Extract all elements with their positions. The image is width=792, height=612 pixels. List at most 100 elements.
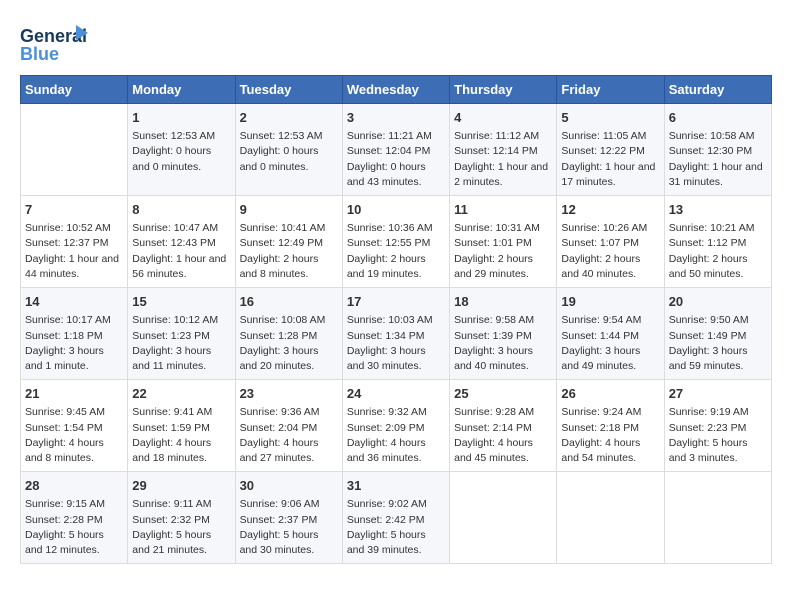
day-number: 2 — [240, 109, 338, 127]
calendar-cell: 31 Sunrise: 9:02 AM Sunset: 2:42 PM Dayli… — [342, 472, 449, 564]
calendar-cell: 6 Sunrise: 10:58 AM Sunset: 12:30 PM Dayl… — [664, 104, 771, 196]
calendar-cell: 15 Sunrise: 10:12 AM Sunset: 1:23 PM Dayl… — [128, 288, 235, 380]
logo: GeneralBlue — [20, 20, 90, 65]
calendar-cell: 18 Sunrise: 9:58 AM Sunset: 1:39 PM Dayli… — [450, 288, 557, 380]
day-number: 14 — [25, 293, 123, 311]
day-number: 20 — [669, 293, 767, 311]
day-info: Sunrise: 9:19 AM Sunset: 2:23 PM Dayligh… — [669, 405, 767, 466]
weekday-header-monday: Monday — [128, 76, 235, 104]
day-number: 30 — [240, 477, 338, 495]
week-row-1: 1 Sunset: 12:53 AM Daylight: 0 hours and … — [21, 104, 772, 196]
calendar-cell: 20Sunrise: 9:50 AM Sunset: 1:49 PM Dayli… — [664, 288, 771, 380]
day-info: Sunrise: 9:45 AM Sunset: 1:54 PM Dayligh… — [25, 405, 123, 466]
day-info: Sunrise: 10:26 AM Sunset: 1:07 PM Daylig… — [561, 221, 659, 282]
calendar-header: SundayMondayTuesdayWednesdayThursdayFrid… — [21, 76, 772, 104]
day-info: Sunrise: 9:02 AM Sunset: 2:42 PM Dayligh… — [347, 497, 445, 558]
calendar-cell: 3 Sunrise: 11:21 AM Sunset: 12:04 PM Dayl… — [342, 104, 449, 196]
week-row-4: 21 Sunrise: 9:45 AM Sunset: 1:54 PM Dayli… — [21, 380, 772, 472]
day-number: 26 — [561, 385, 659, 403]
calendar-cell: 12Sunrise: 10:26 AM Sunset: 1:07 PM Dayl… — [557, 196, 664, 288]
day-number: 16 — [240, 293, 338, 311]
day-number: 6 — [669, 109, 767, 127]
calendar-table: SundayMondayTuesdayWednesdayThursdayFrid… — [20, 75, 772, 564]
day-info: Sunrise: 9:15 AM Sunset: 2:28 PM Dayligh… — [25, 497, 123, 558]
day-info: Sunrise: 10:17 AM Sunset: 1:18 PM Daylig… — [25, 313, 123, 374]
day-number: 29 — [132, 477, 230, 495]
day-info: Sunset: 12:53 AM Daylight: 0 hours and 0… — [132, 129, 230, 175]
day-info: Sunrise: 9:32 AM Sunset: 2:09 PM Dayligh… — [347, 405, 445, 466]
day-info: Sunrise: 9:06 AM Sunset: 2:37 PM Dayligh… — [240, 497, 338, 558]
day-number: 21 — [25, 385, 123, 403]
day-info: Sunrise: 9:54 AM Sunset: 1:44 PM Dayligh… — [561, 313, 659, 374]
calendar-cell: 24 Sunrise: 9:32 AM Sunset: 2:09 PM Dayli… — [342, 380, 449, 472]
day-info: Sunrise: 10:08 AM Sunset: 1:28 PM Daylig… — [240, 313, 338, 374]
day-number: 27 — [669, 385, 767, 403]
day-info: Sunrise: 10:21 AM Sunset: 1:12 PM Daylig… — [669, 221, 767, 282]
day-number: 25 — [454, 385, 552, 403]
day-number: 24 — [347, 385, 445, 403]
calendar-cell: 23Sunrise: 9:36 AM Sunset: 2:04 PM Dayli… — [235, 380, 342, 472]
day-info: Sunrise: 10:58 AM Sunset: 12:30 PM Dayli… — [669, 129, 767, 190]
week-row-2: 7 Sunrise: 10:52 AM Sunset: 12:37 PM Dayl… — [21, 196, 772, 288]
day-number: 7 — [25, 201, 123, 219]
day-number: 10 — [347, 201, 445, 219]
day-info: Sunrise: 9:36 AM Sunset: 2:04 PM Dayligh… — [240, 405, 338, 466]
calendar-cell: 10 Sunrise: 10:36 AM Sunset: 12:55 PM Day… — [342, 196, 449, 288]
day-number: 11 — [454, 201, 552, 219]
calendar-cell: 9 Sunrise: 10:41 AM Sunset: 12:49 PM Dayl… — [235, 196, 342, 288]
logo-svg: GeneralBlue — [20, 20, 90, 65]
day-number: 22 — [132, 385, 230, 403]
calendar-cell: 7 Sunrise: 10:52 AM Sunset: 12:37 PM Dayl… — [21, 196, 128, 288]
day-info: Sunrise: 9:28 AM Sunset: 2:14 PM Dayligh… — [454, 405, 552, 466]
day-number: 13 — [669, 201, 767, 219]
calendar-cell: 16 Sunrise: 10:08 AM Sunset: 1:28 PM Dayl… — [235, 288, 342, 380]
calendar-cell: 4Sunrise: 11:12 AM Sunset: 12:14 PM Dayl… — [450, 104, 557, 196]
day-number: 28 — [25, 477, 123, 495]
day-info: Sunrise: 10:03 AM Sunset: 1:34 PM Daylig… — [347, 313, 445, 374]
calendar-cell: 8Sunrise: 10:47 AM Sunset: 12:43 PM Dayl… — [128, 196, 235, 288]
day-number: 17 — [347, 293, 445, 311]
day-info: Sunrise: 10:52 AM Sunset: 12:37 PM Dayli… — [25, 221, 123, 282]
day-info: Sunrise: 11:21 AM Sunset: 12:04 PM Dayli… — [347, 129, 445, 190]
day-number: 9 — [240, 201, 338, 219]
day-info: Sunrise: 9:11 AM Sunset: 2:32 PM Dayligh… — [132, 497, 230, 558]
calendar-cell: 5Sunrise: 11:05 AM Sunset: 12:22 PM Dayl… — [557, 104, 664, 196]
day-info: Sunrise: 9:58 AM Sunset: 1:39 PM Dayligh… — [454, 313, 552, 374]
calendar-cell: 14 Sunrise: 10:17 AM Sunset: 1:18 PM Dayl… — [21, 288, 128, 380]
calendar-cell: 2 Sunset: 12:53 AM Daylight: 0 hours and … — [235, 104, 342, 196]
day-number: 15 — [132, 293, 230, 311]
weekday-header-row: SundayMondayTuesdayWednesdayThursdayFrid… — [21, 76, 772, 104]
calendar-cell: 30 Sunrise: 9:06 AM Sunset: 2:37 PM Dayli… — [235, 472, 342, 564]
weekday-header-saturday: Saturday — [664, 76, 771, 104]
calendar-cell: 13 Sunrise: 10:21 AM Sunset: 1:12 PM Dayl… — [664, 196, 771, 288]
calendar-cell: 19Sunrise: 9:54 AM Sunset: 1:44 PM Dayli… — [557, 288, 664, 380]
day-info: Sunrise: 9:24 AM Sunset: 2:18 PM Dayligh… — [561, 405, 659, 466]
week-row-5: 28 Sunrise: 9:15 AM Sunset: 2:28 PM Dayli… — [21, 472, 772, 564]
day-info: Sunrise: 9:41 AM Sunset: 1:59 PM Dayligh… — [132, 405, 230, 466]
weekday-header-tuesday: Tuesday — [235, 76, 342, 104]
day-number: 3 — [347, 109, 445, 127]
day-number: 31 — [347, 477, 445, 495]
calendar-cell — [557, 472, 664, 564]
day-number: 1 — [132, 109, 230, 127]
svg-text:Blue: Blue — [20, 44, 59, 64]
calendar-body: 1 Sunset: 12:53 AM Daylight: 0 hours and … — [21, 104, 772, 564]
weekday-header-sunday: Sunday — [21, 76, 128, 104]
day-number: 18 — [454, 293, 552, 311]
calendar-cell: 22 Sunrise: 9:41 AM Sunset: 1:59 PM Dayli… — [128, 380, 235, 472]
day-info: Sunset: 12:53 AM Daylight: 0 hours and 0… — [240, 129, 338, 175]
calendar-cell: 21 Sunrise: 9:45 AM Sunset: 1:54 PM Dayli… — [21, 380, 128, 472]
calendar-cell: 1 Sunset: 12:53 AM Daylight: 0 hours and … — [128, 104, 235, 196]
day-number: 8 — [132, 201, 230, 219]
calendar-cell: 28 Sunrise: 9:15 AM Sunset: 2:28 PM Dayli… — [21, 472, 128, 564]
day-number: 5 — [561, 109, 659, 127]
week-row-3: 14 Sunrise: 10:17 AM Sunset: 1:18 PM Dayl… — [21, 288, 772, 380]
page-header: GeneralBlue — [20, 20, 772, 65]
day-info: Sunrise: 10:41 AM Sunset: 12:49 PM Dayli… — [240, 221, 338, 282]
day-info: Sunrise: 10:36 AM Sunset: 12:55 PM Dayli… — [347, 221, 445, 282]
calendar-cell — [450, 472, 557, 564]
calendar-cell — [21, 104, 128, 196]
calendar-cell: 26 Sunrise: 9:24 AM Sunset: 2:18 PM Dayli… — [557, 380, 664, 472]
calendar-cell: 25 Sunrise: 9:28 AM Sunset: 2:14 PM Dayli… — [450, 380, 557, 472]
day-info: Sunrise: 10:12 AM Sunset: 1:23 PM Daylig… — [132, 313, 230, 374]
